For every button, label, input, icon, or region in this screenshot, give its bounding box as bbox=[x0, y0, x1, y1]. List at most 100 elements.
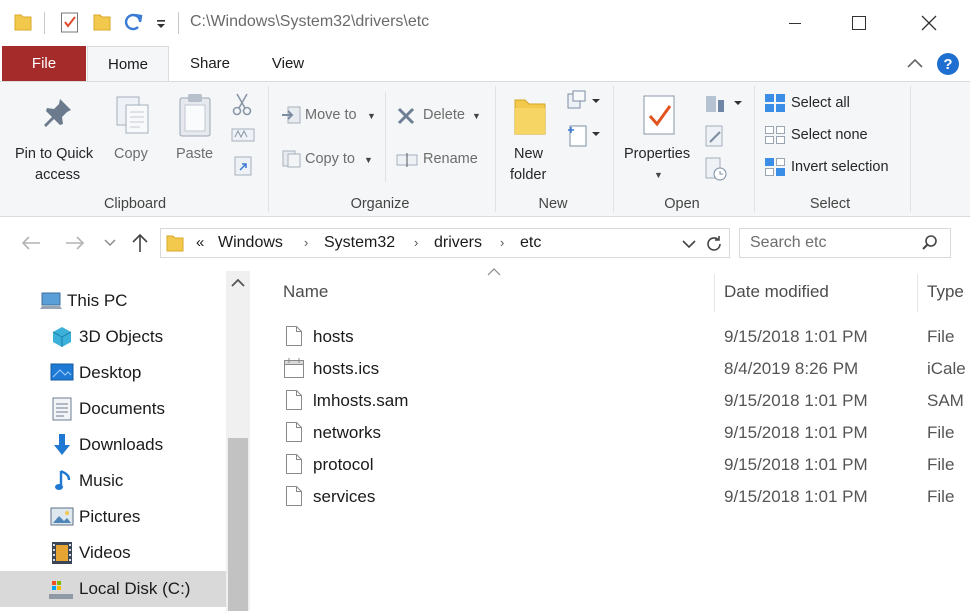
breadcrumb-chevron-icon[interactable]: › bbox=[304, 235, 308, 250]
open-icon[interactable] bbox=[704, 92, 744, 114]
copy-to-button[interactable]: Copy to ▼ bbox=[278, 144, 378, 174]
redo-icon[interactable] bbox=[123, 12, 145, 32]
scroll-up-arrow-icon[interactable] bbox=[230, 277, 246, 289]
select-none-button[interactable]: Select none bbox=[762, 122, 902, 148]
file-row-networks[interactable]: networks 9/15/2018 1:01 PM File bbox=[270, 417, 970, 449]
copy-icon bbox=[114, 94, 152, 136]
breadcrumb-overflow[interactable]: « bbox=[196, 234, 204, 251]
file-row-lmhosts-sam[interactable]: lmhosts.sam 9/15/2018 1:01 PM SAM bbox=[270, 385, 970, 417]
clipboard-group-label: Clipboard bbox=[103, 196, 167, 212]
invert-selection-icon bbox=[764, 157, 786, 177]
easy-access-icon[interactable] bbox=[566, 122, 602, 148]
edit-icon[interactable] bbox=[704, 124, 726, 148]
select-none-icon bbox=[764, 125, 786, 145]
calendar-icon bbox=[283, 357, 305, 379]
delete-button[interactable]: Delete ▼ bbox=[394, 100, 490, 130]
address-history-dropdown-icon[interactable] bbox=[682, 239, 696, 249]
column-header-name[interactable]: Name bbox=[283, 282, 328, 302]
paste-button[interactable]: Paste bbox=[168, 88, 222, 188]
videos-icon bbox=[51, 541, 73, 565]
copy-label: Copy bbox=[114, 146, 148, 162]
svg-text:?: ? bbox=[943, 56, 952, 73]
cut-icon[interactable] bbox=[231, 92, 253, 116]
help-icon[interactable]: ? bbox=[936, 52, 960, 76]
back-arrow-icon[interactable] bbox=[20, 234, 42, 252]
move-to-dropdown-caret: ▼ bbox=[367, 111, 376, 121]
file-name: protocol bbox=[313, 455, 374, 474]
new-group-label: New bbox=[538, 196, 568, 212]
nav-item-videos[interactable]: Videos bbox=[0, 535, 226, 571]
tab-view[interactable]: View bbox=[251, 46, 325, 82]
select-all-button[interactable]: Select all bbox=[762, 90, 902, 116]
customize-quick-access-icon[interactable] bbox=[155, 18, 167, 30]
this-pc-icon bbox=[38, 292, 64, 312]
column-header-type[interactable]: Type bbox=[927, 282, 964, 302]
file-icon bbox=[285, 421, 303, 443]
new-folder-button[interactable]: New folder bbox=[502, 88, 562, 188]
file-icon bbox=[285, 453, 303, 475]
nav-item-desktop[interactable]: Desktop bbox=[0, 355, 226, 391]
new-folder-label-line2: folder bbox=[510, 167, 547, 183]
pictures-icon bbox=[50, 507, 74, 527]
breadcrumb-system32[interactable]: System32 bbox=[324, 234, 395, 252]
copy-to-label: Copy to bbox=[305, 151, 355, 167]
file-row-hosts[interactable]: hosts 9/15/2018 1:01 PM File bbox=[270, 321, 970, 353]
file-type: File bbox=[927, 487, 955, 506]
new-item-icon[interactable] bbox=[566, 90, 602, 112]
properties-quick-icon[interactable] bbox=[60, 11, 80, 33]
address-folder-icon bbox=[166, 233, 184, 253]
invert-selection-button[interactable]: Invert selection bbox=[762, 154, 912, 180]
nav-item-documents[interactable]: Documents bbox=[0, 391, 226, 427]
maximize-button[interactable] bbox=[836, 0, 882, 46]
copy-path-icon[interactable] bbox=[231, 127, 255, 143]
collapse-ribbon-icon[interactable] bbox=[905, 56, 925, 70]
pin-to-quick-access-button[interactable]: Pin to Quick access bbox=[8, 88, 106, 188]
minimize-button[interactable] bbox=[772, 0, 818, 46]
close-button[interactable] bbox=[906, 0, 952, 46]
properties-button[interactable]: Properties ▼ bbox=[620, 88, 700, 188]
breadcrumb-chevron-icon[interactable]: › bbox=[414, 235, 418, 250]
paste-label: Paste bbox=[176, 146, 214, 162]
paste-shortcut-icon[interactable] bbox=[233, 155, 253, 177]
column-divider[interactable] bbox=[714, 274, 715, 312]
nav-item-music[interactable]: Music bbox=[0, 463, 226, 499]
breadcrumb-etc[interactable]: etc bbox=[520, 234, 541, 252]
new-folder-quick-icon[interactable] bbox=[93, 12, 111, 32]
nav-scrollbar-thumb[interactable] bbox=[228, 438, 248, 611]
copy-button[interactable]: Copy bbox=[108, 88, 158, 188]
search-icon[interactable] bbox=[921, 234, 939, 252]
breadcrumb-windows[interactable]: Windows bbox=[218, 234, 283, 252]
nav-item-downloads[interactable]: Downloads bbox=[0, 427, 226, 463]
file-icon bbox=[285, 485, 303, 507]
history-icon[interactable] bbox=[704, 156, 728, 182]
search-placeholder: Search etc bbox=[750, 234, 827, 251]
new-folder-icon bbox=[512, 94, 548, 138]
up-arrow-icon[interactable] bbox=[130, 232, 150, 254]
forward-arrow-icon[interactable] bbox=[64, 234, 86, 252]
tab-share[interactable]: Share bbox=[170, 46, 250, 82]
move-to-button[interactable]: Move to ▼ bbox=[278, 100, 378, 130]
pin-label-line1: Pin to Quick bbox=[15, 146, 94, 162]
nav-item-3d-objects[interactable]: 3D Objects bbox=[0, 319, 226, 355]
column-header-date-modified[interactable]: Date modified bbox=[724, 282, 829, 302]
file-row-protocol[interactable]: protocol 9/15/2018 1:01 PM File bbox=[270, 449, 970, 481]
recent-locations-icon[interactable] bbox=[104, 238, 116, 248]
nav-label: Local Disk (C:) bbox=[79, 579, 191, 598]
nav-item-this-pc[interactable]: This PC bbox=[0, 283, 226, 319]
rename-button[interactable]: Rename bbox=[394, 144, 490, 174]
tab-file[interactable]: File bbox=[2, 46, 86, 82]
group-separator bbox=[613, 86, 614, 212]
breadcrumb-drivers[interactable]: drivers bbox=[434, 234, 482, 252]
nav-item-pictures[interactable]: Pictures bbox=[0, 499, 226, 535]
file-row-services[interactable]: services 9/15/2018 1:01 PM File bbox=[270, 481, 970, 513]
group-separator bbox=[910, 86, 911, 212]
group-separator bbox=[754, 86, 755, 212]
column-divider[interactable] bbox=[917, 274, 918, 312]
file-row-hosts-ics[interactable]: hosts.ics 8/4/2019 8:26 PM iCale bbox=[270, 353, 970, 385]
invert-selection-label: Invert selection bbox=[791, 159, 889, 175]
tab-home[interactable]: Home bbox=[87, 46, 169, 82]
refresh-icon[interactable] bbox=[704, 234, 724, 254]
downloads-icon bbox=[52, 433, 72, 457]
breadcrumb-chevron-icon[interactable]: › bbox=[500, 235, 504, 250]
nav-item-local-disk[interactable]: Local Disk (C:) bbox=[0, 571, 226, 607]
